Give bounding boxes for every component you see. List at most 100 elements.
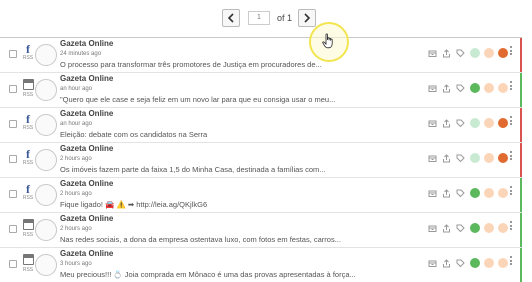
positive-sentiment-toggle[interactable] [470, 223, 480, 233]
source-label: RSS [22, 195, 34, 201]
post-text[interactable]: Os imóveis fazem parte da faixa 1,5 do M… [60, 165, 415, 174]
more-options-icon[interactable] [509, 46, 513, 57]
post-text[interactable]: Meu precious!!! 💍 Joia comprada em Mônac… [60, 270, 415, 279]
author-name[interactable]: Gazeta Online [60, 39, 113, 48]
avatar [35, 44, 57, 66]
share-icon[interactable] [442, 48, 451, 58]
tag-icon[interactable] [456, 84, 465, 93]
positive-sentiment-toggle[interactable] [470, 188, 480, 198]
more-options-icon[interactable] [509, 116, 513, 127]
avatar [35, 254, 57, 276]
select-checkbox[interactable] [9, 50, 17, 58]
tag-icon[interactable] [456, 224, 465, 233]
post-text[interactable]: Fique ligado! 🚘 ⚠️ ➡ http://leia.ag/QKjl… [60, 200, 415, 209]
source-label: RSS [22, 55, 34, 61]
select-checkbox[interactable] [9, 225, 17, 233]
post-row[interactable]: RSS Gazeta Online an hour ago "Quero que el… [0, 72, 522, 107]
calendar-source-icon: RSS [22, 218, 34, 242]
avatar [35, 149, 57, 171]
tag-icon[interactable] [456, 154, 465, 163]
sentiment-bar [520, 38, 522, 72]
neutral-sentiment-toggle[interactable] [484, 48, 494, 58]
pagination: of 1 [222, 8, 317, 28]
neutral-sentiment-toggle[interactable] [484, 223, 494, 233]
archive-icon[interactable] [428, 259, 437, 268]
neutral-sentiment-toggle[interactable] [484, 188, 494, 198]
neutral-sentiment-toggle[interactable] [484, 118, 494, 128]
archive-icon[interactable] [428, 224, 437, 233]
negative-sentiment-toggle[interactable] [498, 48, 508, 58]
post-row[interactable]: f RSS Gazeta Online 2 hours ago Os imóveis f… [0, 142, 522, 177]
archive-icon[interactable] [428, 84, 437, 93]
post-tools [428, 82, 512, 94]
author-name[interactable]: Gazeta Online [60, 179, 113, 188]
post-row[interactable]: f RSS Gazeta Online 2 hours ago Fique ligado… [0, 177, 522, 212]
share-icon[interactable] [442, 153, 451, 163]
neutral-sentiment-toggle[interactable] [484, 153, 494, 163]
negative-sentiment-toggle[interactable] [498, 223, 508, 233]
more-options-icon[interactable] [509, 151, 513, 162]
share-icon[interactable] [442, 258, 451, 268]
select-checkbox[interactable] [9, 120, 17, 128]
author-name[interactable]: Gazeta Online [60, 144, 113, 153]
tag-icon[interactable] [456, 189, 465, 198]
select-checkbox[interactable] [9, 260, 17, 268]
post-time: 24 minutes ago [60, 51, 102, 57]
archive-icon[interactable] [428, 189, 437, 198]
post-text[interactable]: O processo para transformar três promoto… [60, 60, 415, 69]
page-number-input[interactable] [248, 11, 270, 25]
neutral-sentiment-toggle[interactable] [484, 83, 494, 93]
select-checkbox[interactable] [9, 85, 17, 93]
source-label: RSS [22, 267, 34, 273]
calendar-source-icon: RSS [22, 253, 34, 277]
source-label: RSS [22, 232, 34, 238]
neutral-sentiment-toggle[interactable] [484, 258, 494, 268]
more-options-icon[interactable] [509, 186, 513, 197]
post-row[interactable]: RSS Gazeta Online 2 hours ago Nas redes soc… [0, 212, 522, 247]
positive-sentiment-toggle[interactable] [470, 153, 480, 163]
author-name[interactable]: Gazeta Online [60, 74, 113, 83]
source-label: RSS [22, 92, 34, 98]
author-name[interactable]: Gazeta Online [60, 249, 113, 258]
more-options-icon[interactable] [509, 221, 513, 232]
next-page-button[interactable] [298, 9, 317, 27]
avatar [35, 219, 57, 241]
archive-icon[interactable] [428, 119, 437, 128]
more-options-icon[interactable] [509, 256, 513, 267]
author-name[interactable]: Gazeta Online [60, 214, 113, 223]
prev-page-button[interactable] [222, 9, 240, 27]
positive-sentiment-toggle[interactable] [470, 83, 480, 93]
positive-sentiment-toggle[interactable] [470, 258, 480, 268]
share-icon[interactable] [442, 83, 451, 93]
archive-icon[interactable] [428, 154, 437, 163]
negative-sentiment-toggle[interactable] [498, 258, 508, 268]
sentiment-bar [520, 248, 522, 282]
negative-sentiment-toggle[interactable] [498, 188, 508, 198]
post-row[interactable]: f RSS Gazeta Online an hour ago Eleição: deb… [0, 107, 522, 142]
positive-sentiment-toggle[interactable] [470, 118, 480, 128]
negative-sentiment-toggle[interactable] [498, 153, 508, 163]
share-icon[interactable] [442, 118, 451, 128]
post-row[interactable]: f RSS Gazeta Online 24 minutes ago O process… [0, 37, 522, 72]
negative-sentiment-toggle[interactable] [498, 83, 508, 93]
post-text[interactable]: Eleição: debate com os candidatos na Ser… [60, 130, 415, 139]
tag-icon[interactable] [456, 49, 465, 58]
share-icon[interactable] [442, 188, 451, 198]
archive-icon[interactable] [428, 49, 437, 58]
negative-sentiment-toggle[interactable] [498, 118, 508, 128]
select-checkbox[interactable] [9, 155, 17, 163]
post-text[interactable]: "Quero que ele case e seja feliz em um n… [60, 95, 415, 104]
author-name[interactable]: Gazeta Online [60, 109, 113, 118]
positive-sentiment-toggle[interactable] [470, 48, 480, 58]
post-tools [428, 152, 512, 164]
post-text[interactable]: Nas redes sociais, a dona da empresa ost… [60, 235, 415, 244]
sentiment-bar [520, 213, 522, 247]
more-options-icon[interactable] [509, 81, 513, 92]
post-row[interactable]: RSS Gazeta Online 3 hours ago Meu precious!… [0, 247, 522, 282]
share-icon[interactable] [442, 223, 451, 233]
post-time: an hour ago [60, 86, 93, 92]
tag-icon[interactable] [456, 119, 465, 128]
tag-icon[interactable] [456, 259, 465, 268]
select-checkbox[interactable] [9, 190, 17, 198]
post-tools [428, 222, 512, 234]
